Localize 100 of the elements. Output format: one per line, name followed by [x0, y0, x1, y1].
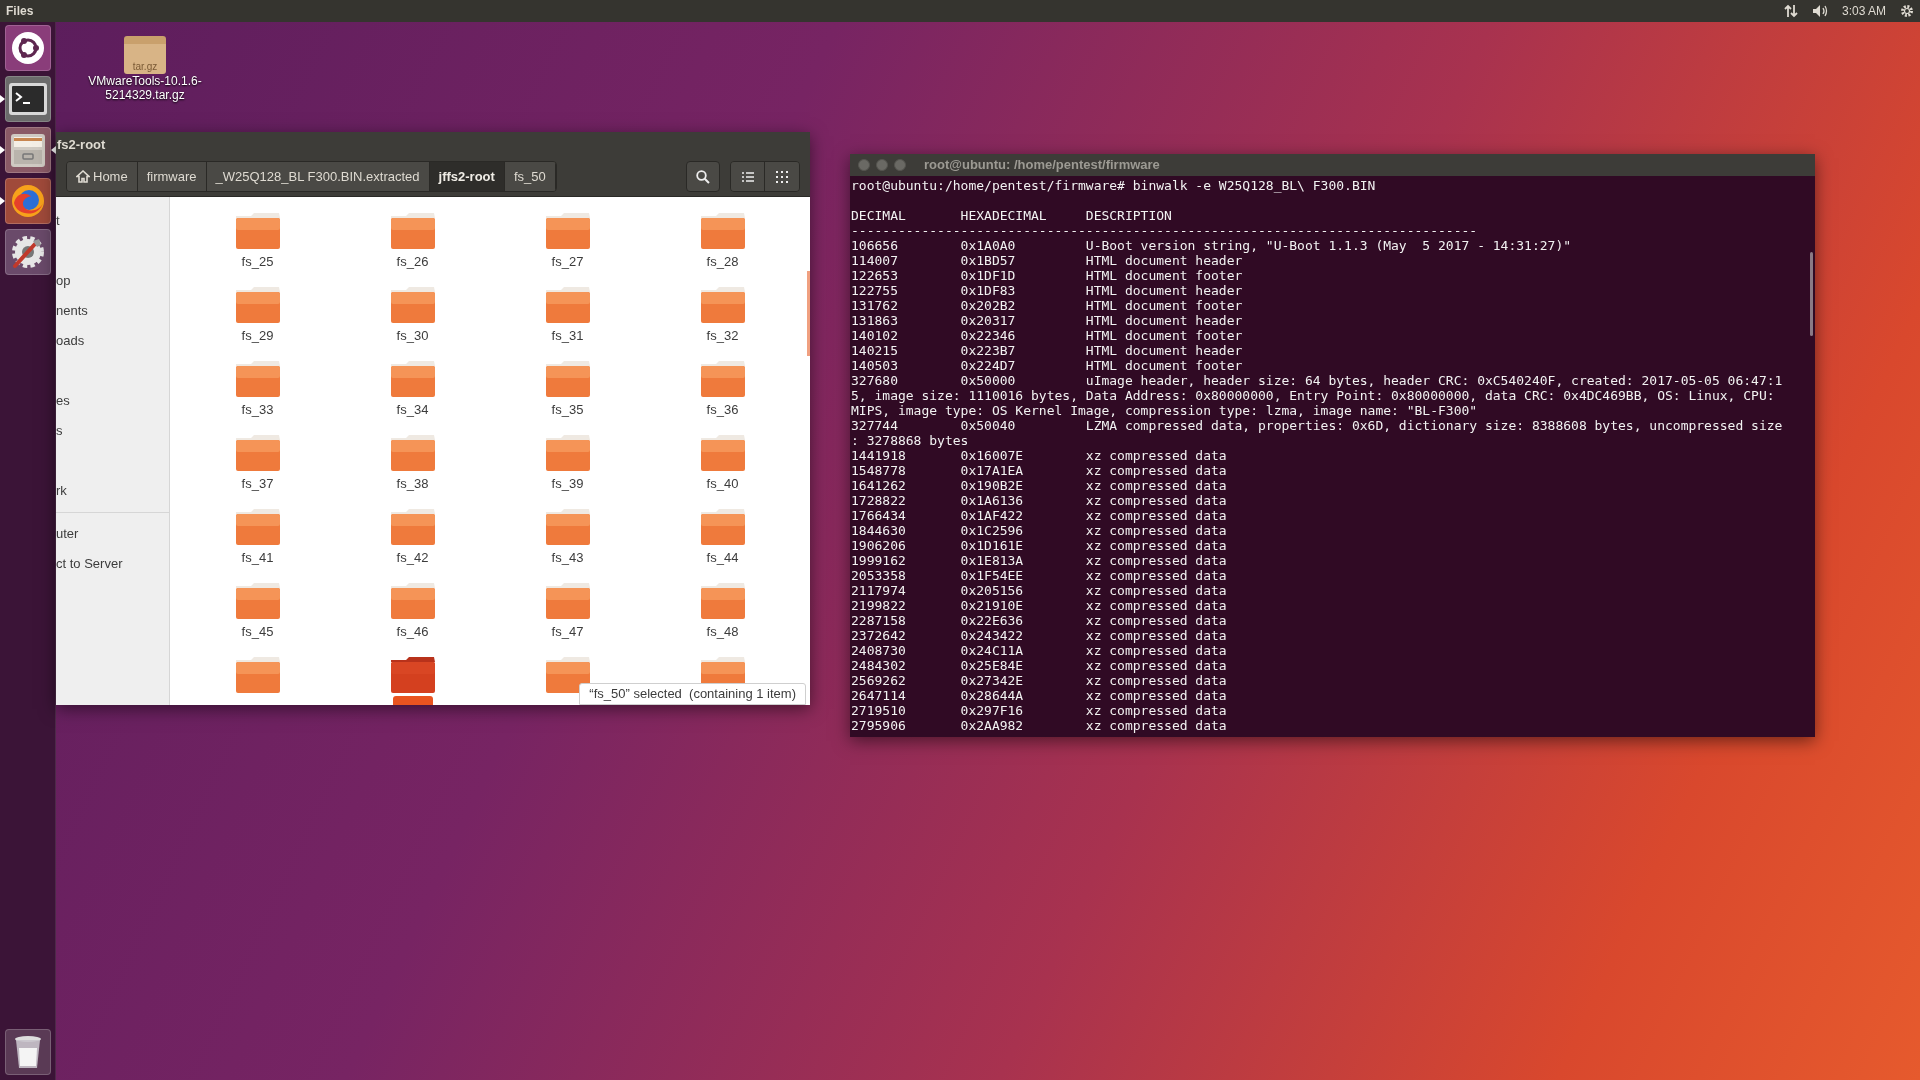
folder-icon[interactable]: [544, 508, 591, 546]
terminal-line: 1641262 0x190B2E xz compressed data: [851, 478, 1228, 493]
folder-icon[interactable]: [544, 656, 591, 694]
sidebar-item[interactable]: rk: [56, 481, 67, 501]
ubuntu-logo-icon: [10, 31, 45, 65]
terminal-line: 140215 0x223B7 HTML document header: [851, 343, 1244, 358]
breadcrumb-button[interactable]: _W25Q128_BL F300.BIN.extracted: [206, 162, 430, 191]
folder-name: fs_27: [550, 253, 585, 271]
sidebar-item[interactable]: es: [56, 391, 70, 411]
folder-icon[interactable]: [234, 582, 281, 620]
folder-name: fs_35: [550, 401, 585, 419]
folder-icon[interactable]: [389, 212, 436, 250]
search-icon: [696, 169, 710, 184]
file-cabinet-icon: [9, 132, 46, 168]
folder-icon[interactable]: [234, 286, 281, 324]
window-control-button[interactable]: [858, 159, 870, 171]
folder-icon[interactable]: [544, 360, 591, 398]
folder-name: fs_40: [705, 475, 740, 493]
terminal-line: DECIMAL HEXADECIMAL DESCRIPTION: [851, 208, 1173, 223]
folder-icon[interactable]: [234, 212, 281, 250]
launcher-item[interactable]: [4, 178, 51, 224]
terminal-line: 1766434 0x1AF422 xz compressed data: [851, 508, 1228, 523]
folder-icon[interactable]: [389, 582, 436, 620]
folder-name: fs_25: [240, 253, 275, 271]
folder-icon[interactable]: [234, 360, 281, 398]
terminal-line: 122755 0x1DF83 HTML document header: [851, 283, 1244, 298]
list-view-button[interactable]: [731, 162, 765, 191]
terminal-line: 2287158 0x22E636 xz compressed data: [851, 613, 1228, 628]
folder-name: fs_38: [395, 475, 430, 493]
sidebar-item[interactable]: oads: [56, 331, 85, 351]
folder-icon[interactable]: [699, 434, 746, 472]
volume-icon[interactable]: [1811, 4, 1830, 18]
folder-icon[interactable]: [389, 286, 436, 324]
folder-name: fs_28: [705, 253, 740, 271]
fox-globe-icon: [9, 183, 46, 219]
folder-icon[interactable]: [699, 286, 746, 324]
launcher-item[interactable]: [4, 76, 51, 122]
folder-name: fs_26: [395, 253, 430, 271]
folder-icon[interactable]: [234, 656, 281, 694]
terminal-line: 2372642 0x243422 xz compressed data: [851, 628, 1228, 643]
launcher-item[interactable]: [4, 25, 51, 71]
terminal-line: 140503 0x224D7 HTML document footer: [851, 358, 1244, 373]
window-control-button[interactable]: [894, 159, 906, 171]
folder-icon[interactable]: [699, 508, 746, 546]
folder-icon[interactable]: [699, 212, 746, 250]
breadcrumb-button[interactable]: fs_50: [504, 162, 556, 191]
folder-icon[interactable]: [544, 582, 591, 620]
breadcrumb-button[interactable]: firmware: [137, 162, 207, 191]
window-title: fs2-root: [57, 135, 106, 154]
sidebar-item[interactable]: uter: [56, 524, 79, 544]
launcher-item[interactable]: [4, 1029, 51, 1075]
network-icon[interactable]: [1783, 4, 1798, 18]
folder-name: fs_30: [395, 327, 430, 345]
sidebar-item[interactable]: t: [56, 211, 60, 231]
settings-icon[interactable]: [1900, 4, 1914, 18]
terminal-line: MIPS, image type: OS Kernel Image, compression type: lzma, image name: "BL-F300": [851, 403, 1479, 418]
folder-icon[interactable]: [544, 212, 591, 250]
terminal-line: 140102 0x22346 HTML document footer: [851, 328, 1244, 343]
search-button[interactable]: [686, 161, 720, 192]
sidebar-item[interactable]: ct to Server: [56, 554, 123, 574]
folder-icon[interactable]: [234, 434, 281, 472]
folder-icon[interactable]: [389, 360, 436, 398]
sidebar-item[interactable]: op: [56, 271, 71, 291]
desktop-icon-label: VMwareTools-10.1.6-: [88, 74, 202, 88]
folder-icon[interactable]: [544, 286, 591, 324]
terminal-line: 2647114 0x28644A xz compressed data: [851, 688, 1228, 703]
terminal-line: root@ubuntu:/home/pentest/firmware# binwalk -e W25Q128_BL\ F300.BIN: [851, 178, 1377, 193]
trash-icon: [12, 1034, 43, 1070]
status-text: “fs_50” selected (containing 1 item): [589, 685, 796, 704]
terminal-line: 106656 0x1A0A0 U-Boot version string, "U-Boot 1.1.3 (May 5 2017 - 14:31:27)": [851, 238, 1573, 253]
archive-label: tar.gz: [132, 62, 158, 72]
grid-view-button[interactable]: [765, 162, 799, 191]
grid-icon: [776, 170, 788, 183]
breadcrumb-button[interactable]: jffs2-root: [429, 162, 505, 191]
window-title: root@ubuntu: /home/pentest/firmware: [924, 156, 1160, 175]
folder-name: fs_33: [240, 401, 275, 419]
folder-name: fs_44: [705, 549, 740, 567]
launcher-item[interactable]: [4, 229, 51, 275]
folder-icon[interactable]: [389, 434, 436, 472]
folder-icon[interactable]: [699, 582, 746, 620]
terminal-line: 1999162 0x1E813A xz compressed data: [851, 553, 1228, 568]
folder-name: fs_43: [550, 549, 585, 567]
folder-icon[interactable]: [699, 360, 746, 398]
folder-name: fs_41: [240, 549, 275, 567]
list-icon: [741, 171, 754, 182]
folder-icon[interactable]: [389, 508, 436, 546]
window-control-button[interactable]: [876, 159, 888, 171]
folder-icon[interactable]: [544, 434, 591, 472]
sidebar-item[interactable]: s: [56, 421, 63, 441]
folder-icon[interactable]: [234, 508, 281, 546]
terminal-line: 1548778 0x17A1EA xz compressed data: [851, 463, 1228, 478]
sidebar-item[interactable]: nents: [56, 301, 88, 321]
terminal-line: 1441918 0x16007E xz compressed data: [851, 448, 1228, 463]
launcher-item[interactable]: [4, 127, 51, 173]
terminal-line: 122653 0x1DF1D HTML document footer: [851, 268, 1244, 283]
folder-icon[interactable]: [389, 656, 436, 694]
folder-name: fs_39: [550, 475, 585, 493]
clock[interactable]: 3:03 AM: [1841, 2, 1886, 20]
home-icon: [76, 170, 90, 183]
breadcrumb-button[interactable]: Home: [67, 162, 138, 191]
